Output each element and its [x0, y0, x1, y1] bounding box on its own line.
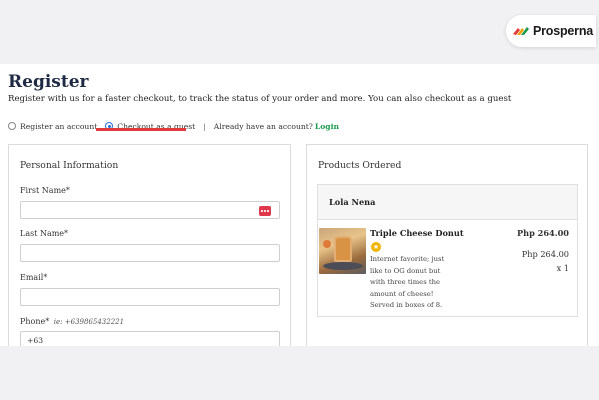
personal-information-title: Personal Information: [20, 160, 119, 171]
product-price: Php 264.00: [516, 228, 569, 238]
product-quantity: x 1: [556, 263, 569, 273]
account-prompt: Already have an account?: [213, 121, 313, 131]
order-item: Triple Cheese Donut ★ Internet favorite;…: [317, 220, 578, 317]
product-name: Triple Cheese Donut: [370, 228, 464, 238]
register-option-label: Register an account: [20, 121, 98, 131]
phone-field[interactable]: +63: [20, 331, 280, 346]
product-image: [319, 228, 366, 274]
register-option[interactable]: Register an account: [8, 122, 97, 131]
email-label: Email*: [20, 273, 48, 282]
store-name: Lola Nena: [329, 197, 376, 207]
star-icon: ★: [371, 242, 381, 252]
first-name-field[interactable]: [20, 201, 280, 219]
store-header: Lola Nena: [317, 184, 578, 220]
phone-hint: ie: +639865432221: [53, 318, 125, 326]
register-page: Register Register with us for a faster c…: [0, 64, 599, 346]
first-name-label: First Name*: [20, 186, 70, 195]
brand-name: Prosperna: [533, 24, 594, 38]
personal-information-card: Personal Information First Name* Last Na…: [8, 144, 291, 346]
separator: |: [203, 121, 206, 131]
brand-badge: Prosperna: [506, 15, 596, 47]
autofill-menu-icon[interactable]: [259, 206, 271, 216]
last-name-label: Last Name*: [20, 229, 69, 238]
email-field[interactable]: [20, 288, 280, 306]
page-title: Register: [8, 72, 89, 92]
login-link[interactable]: Login: [315, 122, 339, 131]
phone-value: +63: [27, 335, 44, 345]
register-radio[interactable]: [8, 122, 16, 130]
product-subtotal: Php 264.00: [521, 249, 569, 259]
selected-option-underline: [96, 128, 186, 131]
checkout-options: Register an account Checkout as a guest …: [8, 119, 339, 133]
phone-label-text: Phone*: [20, 317, 50, 326]
prosperna-logo-icon: [513, 27, 529, 35]
bottom-area: [0, 346, 599, 400]
products-ordered-card: Products Ordered Lola Nena Triple Cheese…: [306, 144, 588, 346]
phone-label: Phone* ie: +639865432221: [20, 317, 124, 326]
page-subtitle: Register with us for a faster checkout, …: [8, 94, 512, 104]
last-name-field[interactable]: [20, 244, 280, 262]
product-description: Internet favorite; just like to OG donut…: [370, 255, 445, 309]
products-ordered-title: Products Ordered: [318, 160, 402, 171]
top-bar: Prosperna: [0, 0, 599, 64]
